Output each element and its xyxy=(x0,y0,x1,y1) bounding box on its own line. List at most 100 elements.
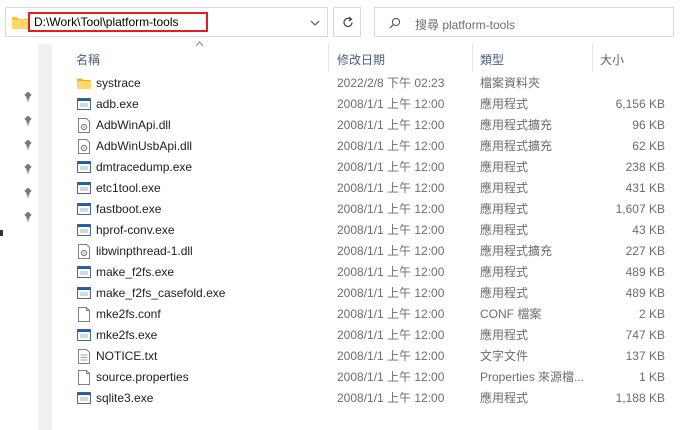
file-type: 應用程式擴充 xyxy=(480,244,553,258)
exe-icon xyxy=(77,160,91,175)
exe-icon xyxy=(77,181,91,196)
file-row[interactable]: AdbWinApi.dll 2008/1/1 上午 12:00 應用程式擴充 96 K… xyxy=(52,115,681,136)
file-modified-date: 2008/1/1 上午 12:00 xyxy=(337,244,445,258)
file-type: 應用程式擴充 xyxy=(480,139,553,153)
file-name: source.properties xyxy=(96,370,189,384)
file-row[interactable]: mke2fs.conf 2008/1/1 上午 12:00 CONF 檔案 2 KB xyxy=(52,304,681,325)
file-name: AdbWinApi.dll xyxy=(96,118,171,132)
address-path[interactable]: D:\Work\Tool\platform-tools xyxy=(34,15,179,30)
file-modified-date: 2008/1/1 上午 12:00 xyxy=(337,223,445,237)
file-type: 應用程式 xyxy=(480,286,529,300)
file-size: 137 KB xyxy=(625,349,665,363)
address-bar[interactable]: D:\Work\Tool\platform-tools xyxy=(5,7,328,37)
file-row[interactable]: etc1tool.exe 2008/1/1 上午 12:00 應用程式 431 KB xyxy=(52,178,681,199)
file-name: dmtracedump.exe xyxy=(96,160,193,174)
file-row[interactable]: dmtracedump.exe 2008/1/1 上午 12:00 應用程式 238 … xyxy=(52,157,681,178)
file-modified-date: 2008/1/1 上午 12:00 xyxy=(337,97,445,111)
dll-icon xyxy=(77,118,91,133)
file-row[interactable]: source.properties 2008/1/1 上午 12:00 Proper… xyxy=(52,367,681,388)
file-type: 文字文件 xyxy=(480,349,529,363)
text-file-icon xyxy=(77,349,91,364)
pin-icon[interactable] xyxy=(23,116,33,126)
file-size: 43 KB xyxy=(632,223,665,237)
pin-icon[interactable] xyxy=(23,164,33,174)
file-size: 6,156 KB xyxy=(615,97,665,111)
file-row[interactable]: mke2fs.exe 2008/1/1 上午 12:00 應用程式 747 KB xyxy=(52,325,681,346)
dll-icon xyxy=(77,244,91,259)
file-name: mke2fs.exe xyxy=(96,328,158,342)
exe-icon xyxy=(77,97,91,112)
column-divider[interactable] xyxy=(328,44,329,72)
file-row[interactable]: AdbWinUsbApi.dll 2008/1/1 上午 12:00 應用程式擴充 6… xyxy=(52,136,681,157)
file-row[interactable]: hprof-conv.exe 2008/1/1 上午 12:00 應用程式 43 KB xyxy=(52,220,681,241)
column-header-size[interactable]: 大小 xyxy=(600,51,624,68)
exe-icon xyxy=(77,202,91,217)
dll-icon xyxy=(77,139,91,154)
file-size: 489 KB xyxy=(625,286,665,300)
nav-indicator xyxy=(0,230,3,236)
exe-icon xyxy=(77,328,91,343)
file-size: 747 KB xyxy=(625,328,665,342)
file-size: 227 KB xyxy=(625,244,665,258)
file-type: 應用程式 xyxy=(480,265,529,279)
address-toolbar: D:\Work\Tool\platform-tools 搜尋 platform-… xyxy=(0,0,681,44)
file-name: make_f2fs_casefold.exe xyxy=(96,286,226,300)
file-row[interactable]: libwinpthread-1.dll 2008/1/1 上午 12:00 應用程式… xyxy=(52,241,681,262)
search-box[interactable]: 搜尋 platform-tools xyxy=(374,7,674,37)
file-row[interactable]: systrace 2022/2/8 下午 02:23 檔案資料夾 xyxy=(52,73,681,94)
file-modified-date: 2008/1/1 上午 12:00 xyxy=(337,118,445,132)
column-divider[interactable] xyxy=(472,44,473,72)
folder-icon xyxy=(77,76,91,91)
column-header-name[interactable]: 名稱 xyxy=(76,51,100,68)
file-modified-date: 2008/1/1 上午 12:00 xyxy=(337,139,445,153)
file-row[interactable]: adb.exe 2008/1/1 上午 12:00 應用程式 6,156 KB xyxy=(52,94,681,115)
file-icon xyxy=(77,307,91,322)
file-size: 62 KB xyxy=(632,139,665,153)
search-icon xyxy=(389,17,401,29)
sort-ascending-icon xyxy=(195,41,204,47)
search-input[interactable]: 搜尋 platform-tools xyxy=(415,16,515,33)
refresh-icon xyxy=(343,16,353,27)
file-type: 應用程式 xyxy=(480,328,529,342)
file-size: 1,188 KB xyxy=(615,391,665,405)
file-modified-date: 2008/1/1 上午 12:00 xyxy=(337,391,445,405)
file-type: 檔案資料夾 xyxy=(480,76,541,90)
file-type: 應用程式 xyxy=(480,223,529,237)
file-size: 489 KB xyxy=(625,265,665,279)
pin-icon[interactable] xyxy=(23,212,33,222)
file-modified-date: 2008/1/1 上午 12:00 xyxy=(337,370,445,384)
column-header-type[interactable]: 類型 xyxy=(480,51,504,68)
pane-splitter[interactable] xyxy=(38,44,52,430)
file-type: 應用程式 xyxy=(480,391,529,405)
file-icon xyxy=(77,370,91,385)
file-row[interactable]: fastboot.exe 2008/1/1 上午 12:00 應用程式 1,607 K… xyxy=(52,199,681,220)
file-row[interactable]: make_f2fs.exe 2008/1/1 上午 12:00 應用程式 489 KB xyxy=(52,262,681,283)
file-type: Properties 來源檔... xyxy=(480,370,585,384)
column-header-row: 名稱 修改日期 類型 大小 xyxy=(52,41,681,72)
file-name: etc1tool.exe xyxy=(96,181,161,195)
file-name: AdbWinUsbApi.dll xyxy=(96,139,193,153)
pin-icon[interactable] xyxy=(23,188,33,198)
chevron-down-icon[interactable] xyxy=(309,17,321,29)
file-modified-date: 2008/1/1 上午 12:00 xyxy=(337,307,445,321)
file-row[interactable]: sqlite3.exe 2008/1/1 上午 12:00 應用程式 1,188 KB xyxy=(52,388,681,409)
column-header-date[interactable]: 修改日期 xyxy=(337,51,385,68)
refresh-button[interactable] xyxy=(333,7,361,37)
file-size: 238 KB xyxy=(625,160,665,174)
folder-icon xyxy=(12,17,28,29)
file-modified-date: 2008/1/1 上午 12:00 xyxy=(337,349,445,363)
file-row[interactable]: NOTICE.txt 2008/1/1 上午 12:00 文字文件 137 KB xyxy=(52,346,681,367)
file-name: libwinpthread-1.dll xyxy=(96,244,193,258)
column-divider[interactable] xyxy=(592,44,593,72)
exe-icon xyxy=(77,265,91,280)
file-modified-date: 2008/1/1 上午 12:00 xyxy=(337,265,445,279)
file-name: systrace xyxy=(96,76,141,90)
pin-icon[interactable] xyxy=(23,92,33,102)
file-row[interactable]: make_f2fs_casefold.exe 2008/1/1 上午 12:00 應… xyxy=(52,283,681,304)
file-list: 名稱 修改日期 類型 大小 systrace 2022/2/8 下午 02:23 檔… xyxy=(52,41,681,430)
file-modified-date: 2008/1/1 上午 12:00 xyxy=(337,286,445,300)
file-size: 96 KB xyxy=(632,118,665,132)
pin-icon[interactable] xyxy=(23,140,33,150)
file-name: make_f2fs.exe xyxy=(96,265,175,279)
file-name: adb.exe xyxy=(96,97,139,111)
